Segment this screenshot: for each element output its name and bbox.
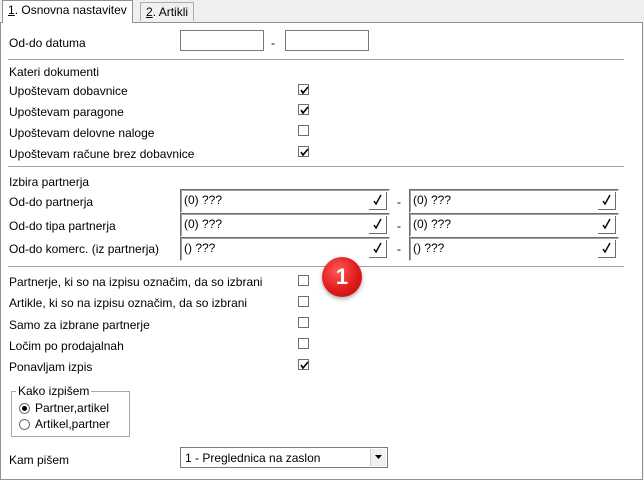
option-mark-articles-label: Artikle, ki so na izpisu označim, da so … — [9, 296, 248, 310]
doc-paragoni-checkbox[interactable] — [298, 104, 309, 115]
commercialist-from-field[interactable]: () ??? — [180, 237, 390, 261]
chevron-down-icon — [375, 455, 382, 459]
doc-racuni-label: Upoštevam račune brez dobavnice — [9, 147, 195, 161]
separator — [8, 266, 624, 268]
doc-delovni-nalogi-label: Upoštevam delovne naloge — [9, 126, 155, 140]
option-mark-partners-label: Partnerje, ki so na izpisu označim, da s… — [9, 275, 263, 289]
field-value: (0) ??? — [184, 193, 223, 207]
option-mark-partners-checkbox[interactable] — [298, 275, 309, 286]
date-range-label: Od-do datuma — [9, 36, 86, 50]
lookup-icon — [602, 194, 611, 206]
option-by-store-checkbox[interactable] — [298, 338, 309, 349]
partner-from-field[interactable]: (0) ??? — [180, 189, 390, 213]
partner-type-to-field[interactable]: (0) ??? — [409, 213, 619, 237]
output-label: Kam pišem — [9, 453, 70, 467]
lookup-icon — [602, 218, 611, 230]
checkmark-icon — [300, 106, 309, 115]
lookup-button[interactable] — [598, 192, 616, 210]
field-value: () ??? — [413, 241, 445, 255]
output-select-value: 1 - Preglednica na zaslon — [185, 451, 321, 465]
option-selected-partners-label: Samo za izbrane partnerje — [9, 318, 150, 332]
doc-dobavnice-checkbox[interactable] — [298, 84, 309, 95]
radio-partner-artikel-label[interactable]: Partner,artikel — [35, 401, 109, 416]
commercialist-separator: - — [397, 242, 401, 256]
partner-separator: - — [397, 195, 401, 209]
output-select[interactable]: 1 - Preglednica na zaslon — [180, 447, 388, 468]
documents-title: Kateri dokumenti — [9, 65, 100, 79]
option-repeat-print-checkbox[interactable] — [298, 359, 309, 370]
partner-to-field[interactable]: (0) ??? — [409, 189, 619, 213]
field-value: (0) ??? — [184, 217, 223, 231]
partner-type-separator: - — [397, 219, 401, 233]
lookup-button[interactable] — [369, 216, 387, 234]
lookup-icon — [602, 242, 611, 254]
date-separator: - — [271, 36, 275, 50]
doc-paragoni-label: Upoštevam paragone — [9, 105, 124, 119]
radio-partner-artikel[interactable] — [19, 403, 30, 414]
radio-dot — [22, 406, 27, 411]
form: Od-do datuma - Kateri dokumenti Upošteva… — [0, 0, 644, 480]
field-value: () ??? — [184, 241, 216, 255]
date-to-field[interactable] — [285, 30, 369, 51]
commercialist-to-field[interactable]: () ??? — [409, 237, 619, 261]
write-mode-title: Kako izpišem — [16, 384, 92, 398]
checkmark-icon — [300, 361, 309, 370]
separator — [8, 59, 624, 61]
radio-artikel-partner-label[interactable]: Artikel,partner — [35, 417, 110, 432]
lookup-icon — [373, 242, 382, 254]
option-mark-articles-checkbox[interactable] — [298, 296, 309, 307]
partners-title: Izbira partnerja — [9, 175, 90, 189]
date-from-field[interactable] — [180, 30, 264, 51]
option-selected-partners-checkbox[interactable] — [298, 317, 309, 328]
doc-dobavnice-label: Upoštevam dobavnice — [9, 84, 128, 98]
option-by-store-label: Ločim po prodajalnah — [9, 339, 124, 353]
dropdown-arrow[interactable] — [370, 449, 386, 466]
doc-racuni-checkbox[interactable] — [298, 146, 309, 157]
lookup-icon — [373, 194, 382, 206]
annotation-badge: 1 — [322, 257, 362, 297]
partner-range-label: Od-do partnerja — [9, 195, 94, 209]
field-value: (0) ??? — [413, 217, 452, 231]
lookup-button[interactable] — [369, 240, 387, 258]
partner-type-from-field[interactable]: (0) ??? — [180, 213, 390, 237]
doc-delovni-nalogi-checkbox[interactable] — [298, 125, 309, 136]
commercialist-range-label: Od-do komerc. (iz partnerja) — [9, 242, 160, 256]
checkmark-icon — [300, 148, 309, 157]
lookup-button[interactable] — [598, 216, 616, 234]
lookup-button[interactable] — [598, 240, 616, 258]
separator — [8, 166, 624, 168]
field-value: (0) ??? — [413, 193, 452, 207]
lookup-button[interactable] — [369, 192, 387, 210]
radio-artikel-partner[interactable] — [19, 419, 30, 430]
option-repeat-print-label: Ponavljam izpis — [9, 360, 93, 374]
partner-type-range-label: Od-do tipa partnerja — [9, 219, 116, 233]
lookup-icon — [373, 218, 382, 230]
checkmark-icon — [300, 86, 309, 95]
